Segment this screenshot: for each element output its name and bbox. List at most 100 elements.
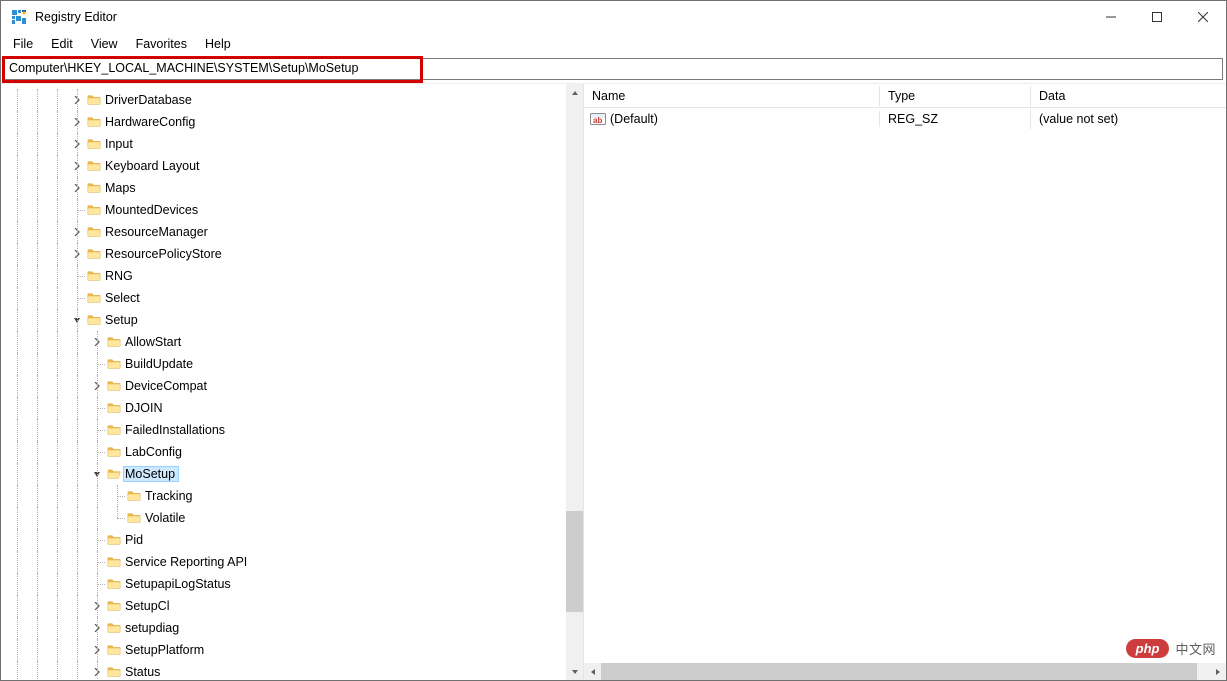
tree-item-driverdatabase[interactable]: DriverDatabase [1,89,566,111]
column-name[interactable]: Name [584,86,880,106]
menu-view[interactable]: View [83,35,126,53]
tree-item-labconfig[interactable]: LabConfig [1,441,566,463]
tree-item-label: ResourceManager [103,224,212,240]
chevron-right-icon[interactable] [69,136,85,152]
folder-icon [105,400,123,416]
folder-icon [85,312,103,328]
tree-item-devicecompat[interactable]: DeviceCompat [1,375,566,397]
tree-item-keyboard-layout[interactable]: Keyboard Layout [1,155,566,177]
close-button[interactable] [1180,1,1226,33]
chevron-right-icon[interactable] [89,378,105,394]
watermark: php 中文网 [1126,639,1216,658]
tree-item-label: RNG [103,268,137,284]
column-type[interactable]: Type [880,86,1031,106]
tree-item-label: Setup [103,312,142,328]
scroll-down-icon[interactable] [566,663,583,680]
chevron-right-icon[interactable] [89,620,105,636]
minimize-button[interactable] [1088,1,1134,33]
values-body[interactable]: ab(Default)REG_SZ(value not set) [584,108,1226,663]
regedit-icon [11,9,27,25]
tree-item-volatile[interactable]: Volatile [1,507,566,529]
tree-item-setupcl[interactable]: SetupCl [1,595,566,617]
tree-vertical-scrollbar[interactable] [566,84,583,680]
folder-icon [85,290,103,306]
tree-item-failedinstallations[interactable]: FailedInstallations [1,419,566,441]
folder-icon [85,136,103,152]
chevron-right-icon[interactable] [89,642,105,658]
tree-pane: DriverDatabase HardwareConfig InputKeyboar… [1,84,584,680]
menu-favorites[interactable]: Favorites [128,35,195,53]
tree-item-setupplatform[interactable]: SetupPlatform [1,639,566,661]
column-data[interactable]: Data [1031,86,1226,106]
chevron-down-icon[interactable] [69,312,85,328]
tree-item-input[interactable]: Input [1,133,566,155]
chevron-right-icon[interactable] [69,180,85,196]
tree-item-label: SetupapiLogStatus [123,576,235,592]
tree-item-allowstart[interactable]: AllowStart [1,331,566,353]
tree-item-djoin[interactable]: DJOIN [1,397,566,419]
tree-item-label: Select [103,290,144,306]
ab-icon: ab [590,111,606,127]
tree-item-setupdiag[interactable]: setupdiag [1,617,566,639]
watermark-text: 中文网 [1175,639,1216,658]
chevron-right-icon[interactable] [89,598,105,614]
chevron-right-icon[interactable] [89,664,105,680]
tree-content[interactable]: DriverDatabase HardwareConfig InputKeyboar… [1,84,566,680]
tree-item-rng[interactable]: RNG [1,265,566,287]
tree-item-service-reporting-api[interactable]: Service Reporting API [1,551,566,573]
tree-item-mounteddevices[interactable]: MountedDevices [1,199,566,221]
chevron-right-icon[interactable] [69,224,85,240]
chevron-right-icon[interactable] [89,334,105,350]
address-bar-container: Computer\HKEY_LOCAL_MACHINE\SYSTEM\Setup… [1,56,1226,83]
tree-item-label: Maps [103,180,140,196]
scroll-right-icon[interactable] [1209,663,1226,680]
folder-icon [85,224,103,240]
folder-icon [105,598,123,614]
window-title: Registry Editor [35,10,117,24]
tree-toggle-placeholder [89,400,105,416]
chevron-right-icon[interactable] [69,114,85,130]
tree-item-status[interactable]: Status [1,661,566,680]
hscroll-track[interactable] [601,663,1209,680]
values-pane: Name Type Data ab(Default)REG_SZ(value n… [584,84,1226,680]
folder-icon [105,576,123,592]
tree-item-select[interactable]: Select [1,287,566,309]
chevron-right-icon[interactable] [69,246,85,262]
tree-item-buildupdate[interactable]: BuildUpdate [1,353,566,375]
folder-icon [105,620,123,636]
tree-item-resourcepolicystore[interactable]: ResourcePolicyStore [1,243,566,265]
tree-item-maps[interactable]: Maps [1,177,566,199]
tree-toggle-placeholder [89,444,105,460]
address-bar[interactable]: Computer\HKEY_LOCAL_MACHINE\SYSTEM\Setup… [4,58,1223,80]
scroll-left-icon[interactable] [584,663,601,680]
tree-toggle-placeholder [109,510,125,526]
tree-item-setupapilogstatus[interactable]: SetupapiLogStatus [1,573,566,595]
chevron-down-icon[interactable] [89,466,105,482]
hscroll-thumb[interactable] [601,663,1197,680]
maximize-button[interactable] [1134,1,1180,33]
tree-item-pid[interactable]: Pid [1,529,566,551]
tree-item-setup[interactable]: Setup [1,309,566,331]
chevron-right-icon[interactable] [69,158,85,174]
tree-item-hardwareconfig[interactable]: HardwareConfig [1,111,566,133]
folder-icon [85,202,103,218]
folder-icon [125,488,143,504]
folder-icon [105,532,123,548]
watermark-pill: php [1126,639,1170,658]
values-horizontal-scrollbar[interactable] [584,663,1226,680]
scroll-up-icon[interactable] [566,84,583,101]
tree-item-label: HardwareConfig [103,114,199,130]
menu-edit[interactable]: Edit [43,35,81,53]
tree-toggle-placeholder [89,422,105,438]
tree-item-mosetup[interactable]: MoSetup [1,463,566,485]
folder-icon [125,510,143,526]
tree-item-tracking[interactable]: Tracking [1,485,566,507]
menu-file[interactable]: File [5,35,41,53]
chevron-right-icon[interactable] [69,92,85,108]
scroll-track[interactable] [566,101,583,663]
tree-item-resourcemanager[interactable]: ResourceManager [1,221,566,243]
menu-help[interactable]: Help [197,35,239,53]
tree-toggle-placeholder [89,576,105,592]
scroll-thumb[interactable] [566,511,583,612]
value-row[interactable]: ab(Default)REG_SZ(value not set) [584,108,1226,130]
